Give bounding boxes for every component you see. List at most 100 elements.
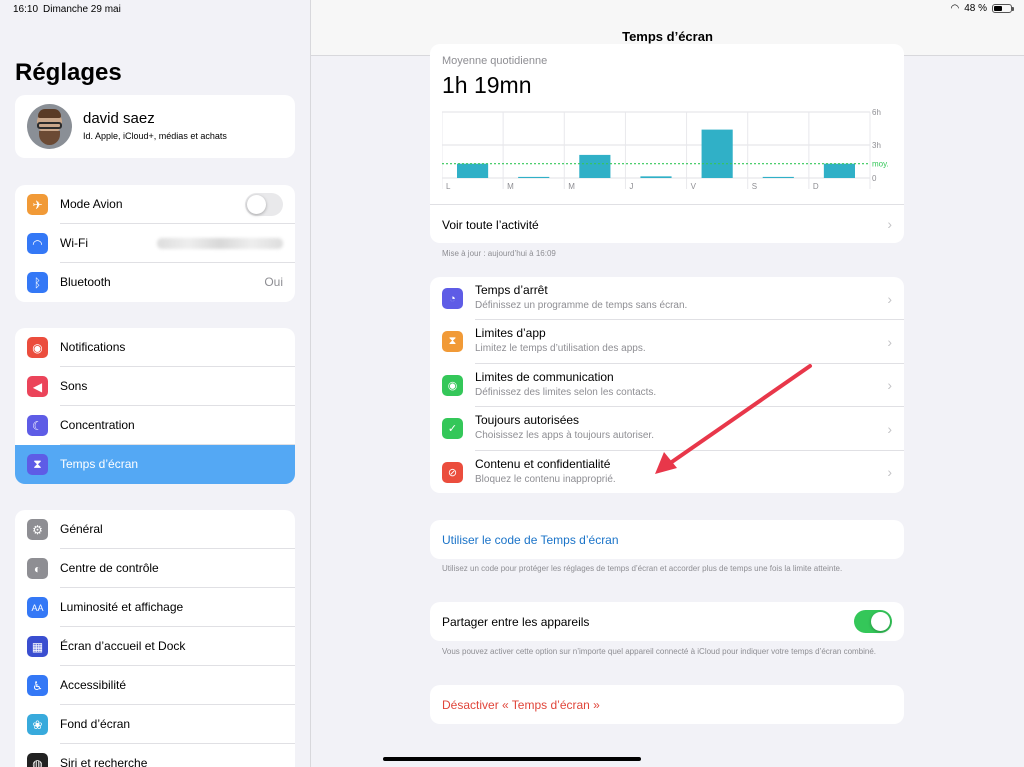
passcode-label: Utiliser le code de Temps d’écran: [442, 533, 619, 547]
airplane-icon: ✈: [27, 194, 48, 215]
sidebar-item-control-center[interactable]: ◐ Centre de contrôle: [15, 549, 295, 588]
moon-icon: ☾: [27, 415, 48, 436]
share-footer: Vous pouvez activer cette option sur n’i…: [442, 647, 877, 656]
sidebar-item-moon[interactable]: ☾ Concentration: [15, 406, 295, 445]
airplane-mode-toggle[interactable]: [245, 193, 283, 216]
option-row-checkmark[interactable]: ✓ Toujours autorisées Choisissez les apps …: [430, 407, 904, 451]
average-label: moy.: [872, 160, 889, 169]
x-tick-label: V: [691, 182, 697, 191]
accessibility-icon: ♿: [27, 675, 48, 696]
notifications-icon: ◉: [27, 337, 48, 358]
usage-chart[interactable]: 0 3h 6h L M M J V S Dmoy.: [442, 108, 892, 193]
sidebar-item-label: Sons: [60, 379, 88, 393]
option-subtitle: Choisissez les apps à toujours autoriser…: [475, 430, 654, 442]
x-tick-label: M: [507, 182, 514, 191]
bar-2: [579, 154, 611, 178]
sidebar-item-notifications[interactable]: ◉ Notifications: [15, 328, 295, 367]
checkmark-icon: ✓: [442, 418, 463, 440]
sidebar-item-home-screen[interactable]: ▦ Écran d’accueil et Dock: [15, 627, 295, 666]
sidebar-item-label: Temps d’écran: [60, 457, 139, 471]
battery-percent: 48 %: [964, 3, 987, 14]
sidebar-item-wifi[interactable]: ◠ Wi-Fi: [15, 224, 295, 263]
status-right: ◠ 48 %: [950, 3, 1014, 14]
y-tick-label: 6h: [872, 108, 881, 117]
disable-screen-time-row[interactable]: Désactiver « Temps d’écran »: [430, 685, 904, 724]
chevron-right-icon: ›: [887, 464, 892, 481]
updated-footer: Mise à jour : aujourd’hui à 16:09: [442, 249, 556, 258]
sidebar-title: Réglages: [15, 59, 122, 86]
home-screen-icon: ▦: [27, 636, 48, 657]
gear-icon: ⚙: [27, 519, 48, 540]
battery-icon: [992, 4, 1014, 13]
status-date: Dimanche 29 mai: [43, 4, 121, 15]
profile-subtitle: Id. Apple, iCloud+, médias et achats: [83, 131, 227, 141]
contact-icon: ◉: [442, 374, 463, 396]
option-title: Temps d’arrêt: [475, 283, 548, 297]
disable-label: Désactiver « Temps d’écran »: [442, 698, 600, 712]
passcode-row[interactable]: Utiliser le code de Temps d’écran: [430, 520, 904, 559]
siri-icon: ◍: [27, 753, 48, 767]
y-tick-label: 0: [872, 174, 877, 183]
daily-average-value: 1h 19mn: [442, 72, 532, 98]
sidebar-item-label: Notifications: [60, 340, 126, 354]
sidebar-item-label: Siri et recherche: [60, 756, 148, 767]
share-toggle[interactable]: [854, 610, 892, 633]
see-all-activity-label: Voir toute l’activité: [442, 218, 539, 232]
share-label: Partager entre les appareils: [442, 615, 590, 629]
sidebar-item-label: Écran d’accueil et Dock: [60, 639, 186, 653]
bar-1: [518, 176, 550, 178]
settings-group-notifications: ◉ Notifications ◀ Sons ☾ Concentration ⧗ Temps …: [15, 328, 295, 484]
restriction-icon: ⊘: [442, 461, 463, 483]
passcode-footer: Utilisez un code pour protéger les régla…: [442, 564, 843, 573]
screen-time-options: ◔ Temps d’arrêt Définissez un programme de…: [430, 277, 904, 493]
x-tick-label: L: [446, 182, 451, 191]
chevron-right-icon: ›: [887, 377, 892, 394]
sidebar-item-gear[interactable]: ⚙ Général: [15, 510, 295, 549]
chevron-right-icon: ›: [887, 334, 892, 351]
option-row-hourglass[interactable]: ⧗ Limites d’app Limitez le temps d’utilisa…: [430, 320, 904, 364]
option-title: Limites de communication: [475, 369, 614, 384]
home-indicator: [383, 757, 641, 761]
sidebar-item-label: Accessibilité: [60, 678, 127, 692]
bar-5: [762, 176, 794, 178]
bar-6: [823, 163, 855, 178]
option-subtitle: Limitez le temps d’utilisation des apps.: [475, 343, 646, 355]
daily-average-card: Moyenne quotidienne 1h 19mn 0 3h 6h L M M J V S D…: [430, 44, 904, 243]
sidebar-item-label: Luminosité et affichage: [60, 600, 184, 614]
settings-group-general: ⚙ Général ◐ Centre de contrôle AA Luminosité …: [15, 510, 295, 767]
sidebar-item-airplane[interactable]: ✈ Mode Avion: [15, 185, 295, 224]
sidebar-item-label: Fond d’écran: [60, 717, 131, 731]
sidebar-item-wallpaper[interactable]: ❀ Fond d’écran: [15, 705, 295, 744]
sidebar-item-brightness[interactable]: AA Luminosité et affichage: [15, 588, 295, 627]
x-tick-label: S: [752, 182, 757, 191]
sidebar-item-accessibility[interactable]: ♿ Accessibilité: [15, 666, 295, 705]
see-all-activity-row[interactable]: Voir toute l’activité ›: [430, 204, 904, 243]
hourglass-icon: ⧗: [442, 331, 463, 353]
sidebar-item-label: Général: [60, 522, 103, 536]
option-row-downtime[interactable]: ◔ Temps d’arrêt Définissez un programme de…: [430, 277, 904, 321]
avatar: [27, 104, 72, 149]
sidebar-item-bluetooth[interactable]: ᛒ Bluetooth Oui: [15, 263, 295, 302]
option-row-contact[interactable]: ◉ Limites de communication Définissez des …: [430, 364, 904, 408]
sidebar-item-label: Concentration: [60, 418, 135, 432]
sidebar-item-hourglass[interactable]: ⧗ Temps d’écran: [15, 445, 295, 484]
page-title: Temps d’écran: [622, 29, 713, 44]
status-bar: 16:10 Dimanche 29 mai ◠ 48 %: [0, 0, 1024, 20]
option-subtitle: Bloquez le contenu inapproprié.: [475, 473, 616, 485]
brightness-icon: AA: [27, 597, 48, 618]
x-tick-label: J: [629, 182, 633, 191]
bar-3: [640, 176, 672, 178]
option-subtitle: Définissez des limites selon les contact…: [475, 386, 657, 398]
profile-card[interactable]: david saez Id. Apple, iCloud+, médias et…: [15, 95, 295, 158]
control-center-icon: ◐: [27, 558, 48, 579]
option-title: Limites d’app: [475, 326, 546, 341]
daily-average-label: Moyenne quotidienne: [442, 55, 548, 67]
wifi-icon: ◠: [27, 233, 48, 254]
sidebar-item-siri[interactable]: ◍ Siri et recherche: [15, 744, 295, 767]
sidebar-item-sounds[interactable]: ◀ Sons: [15, 367, 295, 406]
x-tick-label: D: [813, 182, 819, 191]
wallpaper-icon: ❀: [27, 714, 48, 735]
downtime-icon: ◔: [442, 288, 463, 309]
option-row-restriction[interactable]: ⊘ Contenu et confidentialité Bloquez le co…: [430, 451, 904, 493]
wifi-status-icon: ◠: [950, 3, 960, 14]
